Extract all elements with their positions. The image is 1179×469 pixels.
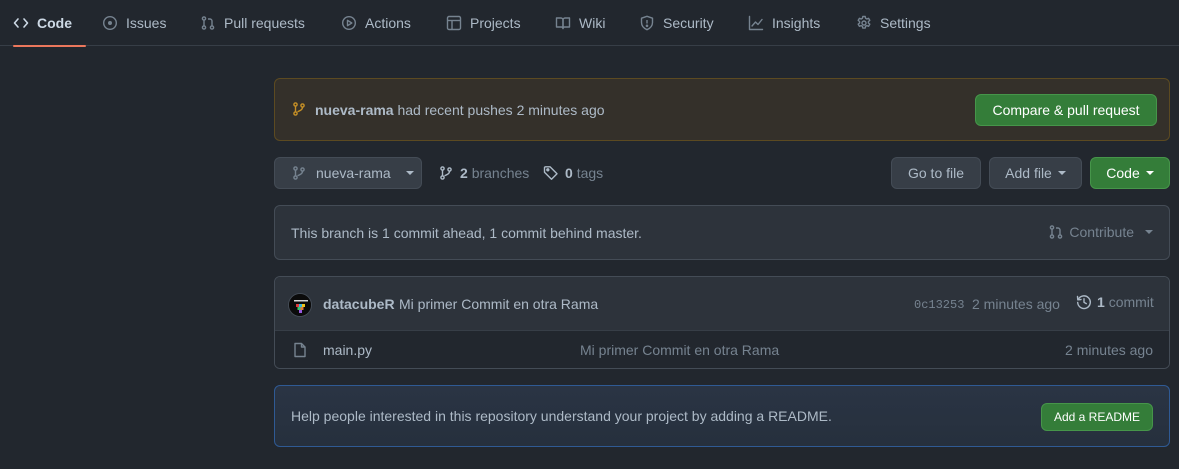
chevron-down-icon (1057, 171, 1066, 175)
commit-count-label: commit (1108, 294, 1154, 310)
branches-label: branches (471, 165, 530, 181)
push-status-text: had recent pushes 2 minutes ago (397, 102, 605, 118)
tab-wiki[interactable]: Wiki (555, 0, 605, 46)
go-to-file-button[interactable]: Go to file (891, 157, 981, 189)
tab-label: Pull requests (224, 15, 305, 31)
pushed-branch-name[interactable]: nueva-rama (315, 102, 394, 118)
commit-message[interactable]: Mi primer Commit en otra Rama (399, 296, 598, 312)
code-icon (13, 15, 29, 31)
history-icon (1076, 294, 1092, 310)
graph-icon (748, 15, 764, 31)
file-icon (292, 342, 308, 358)
issue-opened-icon (102, 15, 118, 31)
tags-label: tags (576, 165, 604, 181)
commit-history-link[interactable]: 1 commit (1076, 294, 1154, 310)
file-row: main.py Mi primer Commit en otra Rama 2 … (275, 331, 1169, 368)
latest-commit-bar: datacubeR Mi primer Commit en otra Rama … (275, 277, 1169, 331)
commit-author[interactable]: datacubeR (323, 296, 395, 312)
add-readme-button[interactable]: Add a README (1041, 403, 1153, 431)
branch-status-box: This branch is 1 commit ahead, 1 commit … (274, 205, 1170, 260)
branch-select-menu[interactable]: nueva-rama (274, 157, 422, 189)
push-message: nueva-rama had recent pushes 2 minutes a… (315, 102, 605, 118)
tab-security[interactable]: Security (639, 0, 714, 46)
tab-insights[interactable]: Insights (748, 0, 820, 46)
compare-pull-request-button[interactable]: Compare & pull request (975, 94, 1157, 126)
chevron-down-icon (405, 171, 414, 175)
file-browser: datacubeR Mi primer Commit en otra Rama … (274, 276, 1170, 369)
shield-icon (639, 15, 655, 31)
avatar[interactable] (288, 293, 312, 317)
tab-code[interactable]: Code (13, 0, 86, 47)
file-name-link[interactable]: main.py (323, 342, 372, 358)
tab-settings[interactable]: Settings (856, 0, 931, 46)
branches-count: 2 (460, 165, 468, 181)
branches-link[interactable]: 2 branches (438, 157, 529, 189)
tab-actions[interactable]: Actions (341, 0, 411, 46)
commit-count: 1 (1097, 294, 1105, 310)
code-button-label: Code (1106, 165, 1140, 181)
contribute-dropdown[interactable]: Contribute (1048, 224, 1153, 240)
repo-nav: Code Issues Pull requests Actions Projec… (0, 0, 1179, 47)
readme-prompt: Help people interested in this repositor… (274, 385, 1170, 447)
git-branch-icon (438, 165, 454, 181)
branch-compare-text: This branch is 1 commit ahead, 1 commit … (291, 225, 642, 241)
git-branch-icon (291, 165, 307, 181)
tab-issues[interactable]: Issues (102, 0, 166, 46)
tab-label: Wiki (579, 15, 606, 31)
git-pull-request-icon (200, 15, 216, 31)
tab-label: Projects (470, 15, 521, 31)
commit-age: 2 minutes ago (972, 296, 1060, 312)
readme-prompt-text: Help people interested in this repositor… (291, 408, 832, 424)
tab-label: Actions (365, 15, 411, 31)
tab-pull-requests[interactable]: Pull requests (200, 0, 305, 46)
tab-label: Settings (880, 15, 931, 31)
book-icon (555, 15, 571, 31)
tag-icon (543, 165, 559, 181)
tags-count: 0 (565, 165, 573, 181)
add-file-button[interactable]: Add file (989, 157, 1082, 189)
gear-icon (856, 15, 872, 31)
contribute-label: Contribute (1069, 224, 1134, 240)
tab-label: Insights (772, 15, 821, 31)
add-file-label: Add file (1005, 165, 1052, 181)
git-branch-icon (291, 101, 307, 117)
tags-link[interactable]: 0 tags (543, 157, 603, 189)
chevron-down-icon (1145, 230, 1153, 234)
tab-label: Issues (126, 15, 167, 31)
current-branch-label: nueva-rama (316, 165, 391, 181)
recent-push-banner: nueva-rama had recent pushes 2 minutes a… (274, 78, 1170, 141)
file-commit-message[interactable]: Mi primer Commit en otra Rama (580, 342, 779, 358)
tab-label: Security (663, 15, 714, 31)
code-download-button[interactable]: Code (1090, 157, 1170, 189)
tab-projects[interactable]: Projects (446, 0, 521, 46)
commit-sha[interactable]: 0c13253 (914, 298, 964, 312)
chevron-down-icon (1145, 171, 1154, 175)
file-age: 2 minutes ago (1065, 342, 1153, 358)
tab-label: Code (37, 15, 72, 31)
git-pull-request-icon (1048, 224, 1064, 240)
play-icon (341, 15, 357, 31)
table-icon (446, 15, 462, 31)
